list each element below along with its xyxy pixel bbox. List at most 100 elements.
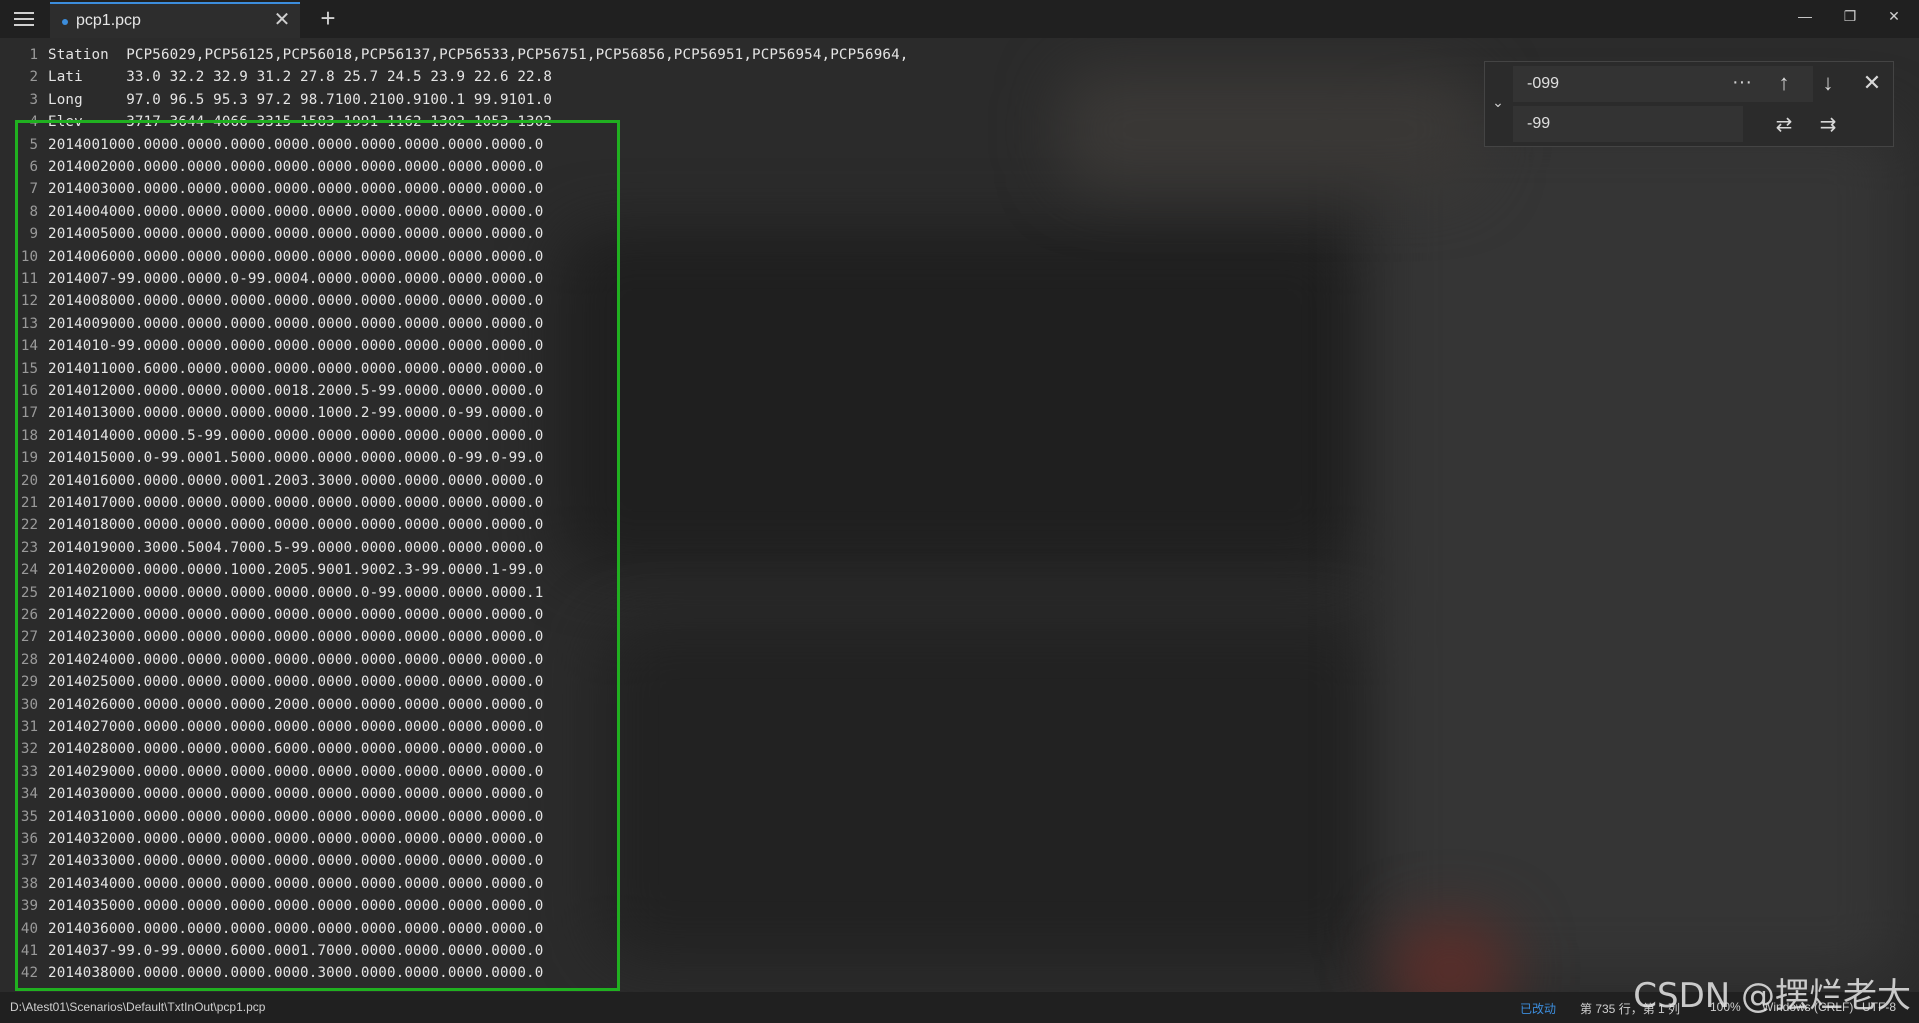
- editor-line[interactable]: 32 2014028000.0000.0000.0000.6000.0000.00…: [0, 738, 543, 760]
- line-text[interactable]: 2014013000.0000.0000.0000.0000.1000.2-99…: [48, 405, 543, 421]
- restore-button[interactable]: ❐: [1830, 4, 1870, 28]
- replace-one-icon[interactable]: ⇄: [1767, 108, 1801, 142]
- editor-line[interactable]: 16 2014012000.0000.0000.0000.0018.2000.5-…: [0, 380, 543, 402]
- line-text[interactable]: 2014009000.0000.0000.0000.0000.0000.0000…: [48, 316, 543, 332]
- editor-line[interactable]: 14 2014010-99.0000.0000.0000.0000.0000.00…: [0, 335, 543, 357]
- editor-line[interactable]: 1 Station PCP56029,PCP56125,PCP56018,PCP5…: [0, 44, 908, 66]
- editor-line[interactable]: 39 2014035000.0000.0000.0000.0000.0000.00…: [0, 895, 543, 917]
- hamburger-menu-icon[interactable]: [8, 6, 40, 32]
- line-text[interactable]: 2014010-99.0000.0000.0000.0000.0000.0000…: [48, 338, 543, 354]
- line-text[interactable]: 2014018000.0000.0000.0000.0000.0000.0000…: [48, 517, 543, 533]
- editor-line[interactable]: 6 2014002000.0000.0000.0000.0000.0000.000…: [0, 156, 543, 178]
- line-text[interactable]: 2014007-99.0000.0000.0-99.0004.0000.0000…: [48, 271, 543, 287]
- line-text[interactable]: 2014017000.0000.0000.0000.0000.0000.0000…: [48, 495, 543, 511]
- line-text[interactable]: 2014026000.0000.0000.0000.2000.0000.0000…: [48, 697, 543, 713]
- line-text[interactable]: 2014022000.0000.0000.0000.0000.0000.0000…: [48, 607, 543, 623]
- tab-pcp1[interactable]: pcp1.pcp ✕: [50, 2, 300, 38]
- editor-line[interactable]: 31 2014027000.0000.0000.0000.0000.0000.00…: [0, 716, 543, 738]
- editor-line[interactable]: 4 Elev 3717 3644 4066 3315 1583 1991 1162…: [0, 111, 552, 133]
- editor-line[interactable]: 15 2014011000.6000.0000.0000.0000.0000.00…: [0, 358, 543, 380]
- line-text[interactable]: Station PCP56029,PCP56125,PCP56018,PCP56…: [48, 47, 908, 63]
- line-text[interactable]: 2014027000.0000.0000.0000.0000.0000.0000…: [48, 719, 543, 735]
- line-text[interactable]: 2014037-99.0-99.0000.6000.0001.7000.0000…: [48, 943, 543, 959]
- editor-line[interactable]: 3 Long 97.0 96.5 95.3 97.2 98.7100.2100.9…: [0, 89, 552, 111]
- editor-line[interactable]: 8 2014004000.0000.0000.0000.0000.0000.000…: [0, 201, 543, 223]
- line-text[interactable]: 2014038000.0000.0000.0000.0000.3000.0000…: [48, 965, 543, 981]
- more-options-icon[interactable]: ···: [1727, 68, 1757, 98]
- editor-line[interactable]: 36 2014032000.0000.0000.0000.0000.0000.00…: [0, 828, 543, 850]
- line-text[interactable]: 2014032000.0000.0000.0000.0000.0000.0000…: [48, 831, 543, 847]
- editor-line[interactable]: 22 2014018000.0000.0000.0000.0000.0000.00…: [0, 514, 543, 536]
- line-text[interactable]: 2014008000.0000.0000.0000.0000.0000.0000…: [48, 293, 543, 309]
- line-text[interactable]: 2014033000.0000.0000.0000.0000.0000.0000…: [48, 853, 543, 869]
- editor-line[interactable]: 18 2014014000.0000.5-99.0000.0000.0000.00…: [0, 425, 543, 447]
- editor-line[interactable]: 7 2014003000.0000.0000.0000.0000.0000.000…: [0, 178, 543, 200]
- line-text[interactable]: 2014028000.0000.0000.0000.6000.0000.0000…: [48, 741, 543, 757]
- line-text[interactable]: 2014024000.0000.0000.0000.0000.0000.0000…: [48, 652, 543, 668]
- toggle-replace-chevron-icon[interactable]: ⌄: [1489, 94, 1507, 114]
- new-tab-button[interactable]: +: [314, 4, 342, 32]
- line-text[interactable]: 2014025000.0000.0000.0000.0000.0000.0000…: [48, 674, 543, 690]
- line-text[interactable]: Long 97.0 96.5 95.3 97.2 98.7100.2100.91…: [48, 92, 552, 108]
- editor-line[interactable]: 21 2014017000.0000.0000.0000.0000.0000.00…: [0, 492, 543, 514]
- editor-line[interactable]: 35 2014031000.0000.0000.0000.0000.0000.00…: [0, 806, 543, 828]
- editor-line[interactable]: 29 2014025000.0000.0000.0000.0000.0000.00…: [0, 671, 543, 693]
- line-text[interactable]: Lati 33.0 32.2 32.9 31.2 27.8 25.7 24.5 …: [48, 69, 552, 85]
- line-text[interactable]: 2014036000.0000.0000.0000.0000.0000.0000…: [48, 921, 543, 937]
- line-text[interactable]: 2014001000.0000.0000.0000.0000.0000.0000…: [48, 137, 543, 153]
- editor-line[interactable]: 28 2014024000.0000.0000.0000.0000.0000.00…: [0, 649, 543, 671]
- line-text[interactable]: 2014005000.0000.0000.0000.0000.0000.0000…: [48, 226, 543, 242]
- editor-line[interactable]: 24 2014020000.0000.0000.1000.2005.9001.90…: [0, 559, 543, 581]
- text-editor[interactable]: 1 Station PCP56029,PCP56125,PCP56018,PCP5…: [0, 44, 1919, 990]
- editor-line[interactable]: 5 2014001000.0000.0000.0000.0000.0000.000…: [0, 134, 543, 156]
- editor-line[interactable]: 33 2014029000.0000.0000.0000.0000.0000.00…: [0, 761, 543, 783]
- editor-line[interactable]: 11 2014007-99.0000.0000.0-99.0004.0000.00…: [0, 268, 543, 290]
- editor-line[interactable]: 37 2014033000.0000.0000.0000.0000.0000.00…: [0, 850, 543, 872]
- line-text[interactable]: 2014011000.6000.0000.0000.0000.0000.0000…: [48, 361, 543, 377]
- line-text[interactable]: 2014016000.0000.0000.0001.2003.3000.0000…: [48, 473, 543, 489]
- editor-line[interactable]: 20 2014016000.0000.0000.0001.2003.3000.00…: [0, 470, 543, 492]
- editor-line[interactable]: 9 2014005000.0000.0000.0000.0000.0000.000…: [0, 223, 543, 245]
- editor-line[interactable]: 41 2014037-99.0-99.0000.6000.0001.7000.00…: [0, 940, 543, 962]
- close-window-button[interactable]: ✕: [1874, 4, 1914, 28]
- line-text[interactable]: 2014021000.0000.0000.0000.0000.0000.0-99…: [48, 585, 543, 601]
- line-text[interactable]: 2014002000.0000.0000.0000.0000.0000.0000…: [48, 159, 543, 175]
- find-next-arrow-down-icon[interactable]: ↓: [1811, 66, 1845, 100]
- find-previous-arrow-up-icon[interactable]: ↑: [1767, 66, 1801, 100]
- editor-line[interactable]: 42 2014038000.0000.0000.0000.0000.3000.00…: [0, 962, 543, 984]
- editor-line[interactable]: 13 2014009000.0000.0000.0000.0000.0000.00…: [0, 313, 543, 335]
- line-text[interactable]: Elev 3717 3644 4066 3315 1583 1991 1162 …: [48, 114, 552, 130]
- editor-line[interactable]: 34 2014030000.0000.0000.0000.0000.0000.00…: [0, 783, 543, 805]
- line-text[interactable]: 2014012000.0000.0000.0000.0018.2000.5-99…: [48, 383, 543, 399]
- editor-line[interactable]: 25 2014021000.0000.0000.0000.0000.0000.0-…: [0, 582, 543, 604]
- line-text[interactable]: 2014015000.0-99.0001.5000.0000.0000.0000…: [48, 450, 543, 466]
- line-text[interactable]: 2014030000.0000.0000.0000.0000.0000.0000…: [48, 786, 543, 802]
- editor-line[interactable]: 40 2014036000.0000.0000.0000.0000.0000.00…: [0, 918, 543, 940]
- editor-line[interactable]: 10 2014006000.0000.0000.0000.0000.0000.00…: [0, 246, 543, 268]
- editor-line[interactable]: 27 2014023000.0000.0000.0000.0000.0000.00…: [0, 626, 543, 648]
- line-text[interactable]: 2014003000.0000.0000.0000.0000.0000.0000…: [48, 181, 543, 197]
- line-text[interactable]: 2014034000.0000.0000.0000.0000.0000.0000…: [48, 876, 543, 892]
- replace-input[interactable]: -99: [1513, 106, 1743, 142]
- editor-line[interactable]: 26 2014022000.0000.0000.0000.0000.0000.00…: [0, 604, 543, 626]
- editor-line[interactable]: 12 2014008000.0000.0000.0000.0000.0000.00…: [0, 290, 543, 312]
- line-text[interactable]: 2014035000.0000.0000.0000.0000.0000.0000…: [48, 898, 543, 914]
- line-text[interactable]: 2014020000.0000.0000.1000.2005.9001.9002…: [48, 562, 543, 578]
- line-text[interactable]: 2014004000.0000.0000.0000.0000.0000.0000…: [48, 204, 543, 220]
- line-text[interactable]: 2014014000.0000.5-99.0000.0000.0000.0000…: [48, 428, 543, 444]
- minimize-button[interactable]: —: [1785, 4, 1825, 28]
- editor-line[interactable]: 38 2014034000.0000.0000.0000.0000.0000.00…: [0, 873, 543, 895]
- editor-line[interactable]: 30 2014026000.0000.0000.0000.2000.0000.00…: [0, 694, 543, 716]
- line-text[interactable]: 2014023000.0000.0000.0000.0000.0000.0000…: [48, 629, 543, 645]
- line-text[interactable]: 2014019000.3000.5004.7000.5-99.0000.0000…: [48, 540, 543, 556]
- line-text[interactable]: 2014006000.0000.0000.0000.0000.0000.0000…: [48, 249, 543, 265]
- editor-line[interactable]: 23 2014019000.3000.5004.7000.5-99.0000.00…: [0, 537, 543, 559]
- editor-line[interactable]: 19 2014015000.0-99.0001.5000.0000.0000.00…: [0, 447, 543, 469]
- replace-all-icon[interactable]: ⇉: [1811, 108, 1845, 142]
- editor-line[interactable]: 17 2014013000.0000.0000.0000.0000.1000.2-…: [0, 402, 543, 424]
- close-find-icon[interactable]: ✕: [1855, 66, 1889, 100]
- line-text[interactable]: 2014031000.0000.0000.0000.0000.0000.0000…: [48, 809, 543, 825]
- tab-close-button[interactable]: ✕: [270, 8, 294, 32]
- editor-line[interactable]: 2 Lati 33.0 32.2 32.9 31.2 27.8 25.7 24.5…: [0, 66, 552, 88]
- line-text[interactable]: 2014029000.0000.0000.0000.0000.0000.0000…: [48, 764, 543, 780]
